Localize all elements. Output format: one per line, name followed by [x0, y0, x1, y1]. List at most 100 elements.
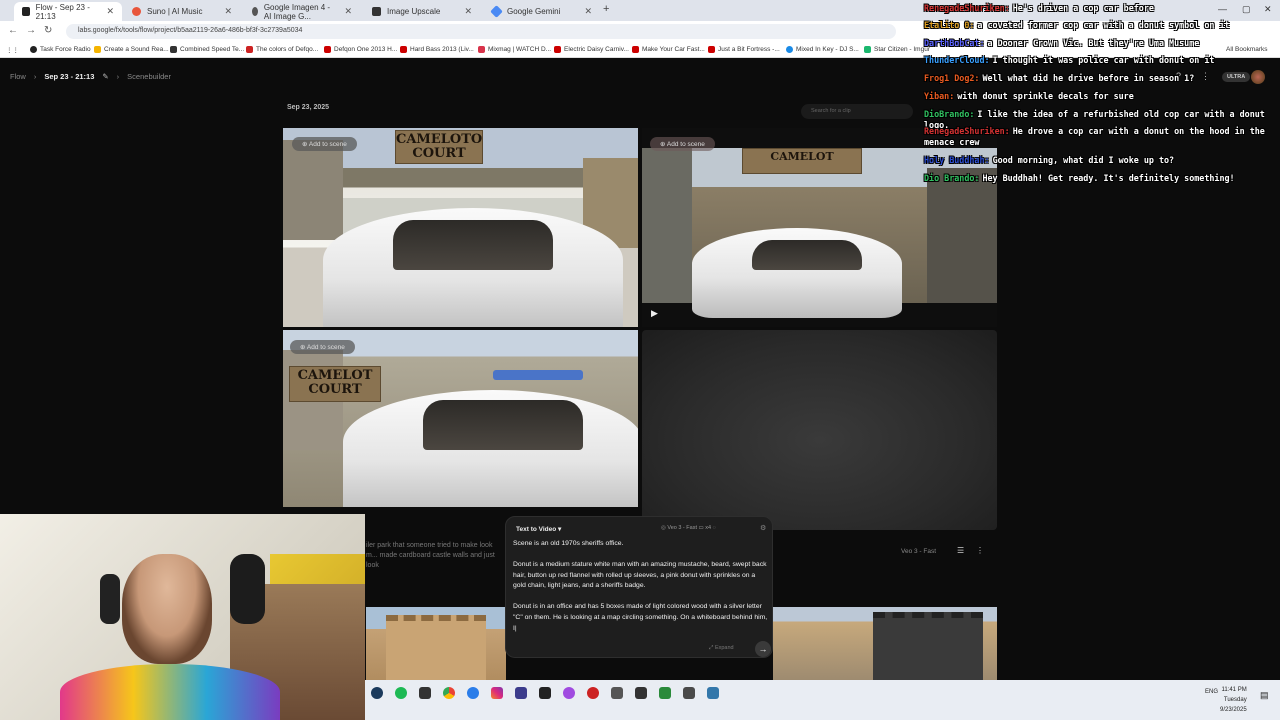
- chat-text: Hey Buddhah! Get ready. It's definitely …: [982, 173, 1235, 183]
- bookmark-item[interactable]: Task Force Radio: [30, 46, 91, 53]
- app-icon[interactable]: [587, 687, 599, 699]
- language-indicator[interactable]: ENG: [1205, 689, 1218, 695]
- chat-text: Good morning, what did I woke up to?: [992, 155, 1175, 165]
- tab-title: Flow - Sep 23 - 21:13: [35, 2, 90, 21]
- new-tab-icon[interactable]: +: [603, 3, 609, 15]
- chat-message: Holy Buddhah: Good morning, what did I wo…: [924, 155, 1276, 166]
- bookmark-item[interactable]: Electric Daisy Carniv...: [554, 46, 629, 53]
- app-icon[interactable]: [419, 687, 431, 699]
- app-icon[interactable]: [611, 687, 623, 699]
- steam-icon[interactable]: [371, 687, 383, 699]
- bookmark-item[interactable]: Defqon One 2013 H...: [324, 46, 397, 53]
- close-icon[interactable]: ✕: [344, 6, 352, 17]
- date-heading: Sep 23, 2025: [287, 104, 330, 111]
- send-button[interactable]: →: [755, 641, 771, 657]
- tab-suno[interactable]: Suno | AI Music ✕: [124, 2, 240, 21]
- close-icon[interactable]: ✕: [224, 6, 232, 17]
- spotify-icon[interactable]: [395, 687, 407, 699]
- model-selector[interactable]: ◎ Veo 3 - Fast ▭ x4 ◌: [661, 525, 716, 531]
- bookmark-icon: [324, 46, 331, 53]
- app-icon[interactable]: [659, 687, 671, 699]
- video-clip-5[interactable]: [366, 607, 506, 680]
- app-icon[interactable]: [515, 687, 527, 699]
- chrome-icon[interactable]: [443, 687, 455, 699]
- breadcrumb-flow[interactable]: Flow: [10, 72, 26, 81]
- edit-pencil-icon[interactable]: ✎: [102, 72, 108, 81]
- tab-imagen[interactable]: Google Imagen 4 - AI Image G... ✕: [244, 2, 360, 21]
- add-to-scene-button[interactable]: ⊕ Add to scene: [290, 340, 355, 354]
- close-icon[interactable]: ✕: [464, 6, 472, 17]
- add-scene-icon: ⊕: [660, 141, 667, 148]
- instagram-icon[interactable]: [491, 687, 503, 699]
- back-icon[interactable]: ←: [8, 25, 18, 36]
- bookmark-item[interactable]: Just a Bit Fortress -...: [708, 46, 780, 53]
- add-to-scene-button[interactable]: ⊕ Add to scene: [650, 137, 715, 151]
- bookmark-item[interactable]: Create a Sound Rea...: [94, 46, 169, 53]
- search-input[interactable]: Search for a clip: [801, 104, 913, 119]
- chat-username: ThunderCloud:: [924, 55, 990, 65]
- arrow-right-icon: →: [758, 644, 768, 654]
- breadcrumb-scenebuilder[interactable]: Scenebuilder: [127, 72, 171, 81]
- bookmark-item[interactable]: Mixed In Key - DJ S...: [786, 46, 859, 53]
- app-icon[interactable]: [683, 687, 695, 699]
- url-text: labs.google/fx/tools/flow/project/b5aa21…: [78, 27, 303, 34]
- chat-message: RenegadeShuriken: He drove a cop car with…: [924, 126, 1276, 148]
- headset: [100, 574, 120, 624]
- system-clock[interactable]: 11:41 PM Tuesday 9/23/2025: [1220, 685, 1247, 715]
- clip-description: iler park that someone tried to make loo…: [366, 542, 495, 569]
- tab-gemini[interactable]: Google Gemini ✕: [484, 2, 600, 21]
- clock-time: 11:41 PM: [1221, 687, 1247, 693]
- gemini-favicon-icon: [490, 5, 503, 18]
- tab-upscale[interactable]: Image Upscale ✕: [364, 2, 480, 21]
- prompt-paragraph: Scene is an old 1970s sheriffs office.: [513, 540, 624, 547]
- mode-dropdown[interactable]: Text to Video ▾: [516, 525, 561, 533]
- notification-icon[interactable]: ▤: [1260, 690, 1269, 701]
- bookmark-icon: [478, 46, 485, 53]
- close-icon[interactable]: ✕: [106, 6, 114, 17]
- play-icon[interactable]: ▶: [651, 308, 658, 319]
- tab-title: Suno | AI Music: [147, 7, 203, 16]
- app-icon[interactable]: [707, 687, 719, 699]
- reload-icon[interactable]: ↻: [44, 25, 52, 36]
- prompt-paragraph: Donut is a medium stature white man with…: [513, 560, 767, 590]
- suno-favicon-icon: [132, 7, 141, 16]
- tower-right: [927, 168, 997, 303]
- tab-flow[interactable]: Flow - Sep 23 - 21:13 ✕: [14, 2, 122, 21]
- bookmark-item[interactable]: Make Your Car Fast...: [632, 46, 705, 53]
- chat-text: He's driven a cop car before: [1012, 3, 1154, 13]
- more-vert-icon[interactable]: ⋮: [976, 546, 984, 555]
- light-bar: [493, 370, 583, 380]
- add-to-scene-label: Add to scene: [308, 141, 347, 148]
- bookmark-item[interactable]: Combined Speed Te...: [170, 46, 244, 53]
- breadcrumb-project[interactable]: Sep 23 - 21:13: [44, 72, 94, 81]
- chat-text: Well what did he drive before in season …: [982, 73, 1195, 83]
- add-to-scene-label: Add to scene: [306, 344, 345, 351]
- address-bar[interactable]: labs.google/fx/tools/flow/project/b5aa21…: [66, 24, 896, 39]
- add-to-timeline-icon[interactable]: ☰: [957, 546, 964, 555]
- bookmark-item[interactable]: The colors of Defqo...: [246, 46, 318, 53]
- close-icon[interactable]: ✕: [584, 6, 592, 17]
- bookmark-item[interactable]: Hard Bass 2013 (Liv...: [400, 46, 474, 53]
- app-icon[interactable]: [467, 687, 479, 699]
- expand-button[interactable]: ⤢ Expand: [709, 645, 734, 652]
- video-clip-6[interactable]: [773, 607, 997, 680]
- bookmark-item[interactable]: Mixmag | WATCH D...: [478, 46, 551, 53]
- tab-title: Google Gemini: [507, 7, 561, 16]
- video-clip-3[interactable]: CAMELOT COURT: [283, 330, 638, 507]
- app-icon[interactable]: [539, 687, 551, 699]
- app-icon[interactable]: [635, 687, 647, 699]
- settings-icon[interactable]: ⚙: [760, 524, 766, 532]
- app-icon[interactable]: [563, 687, 575, 699]
- prompt-textarea[interactable]: Scene is an old 1970s sheriffs office. D…: [513, 539, 769, 645]
- bookmark-item[interactable]: Star Citizen - Imgur: [864, 46, 930, 53]
- add-to-scene-button[interactable]: ⊕ Add to scene: [292, 137, 357, 151]
- flow-favicon-icon: [22, 7, 30, 16]
- chat-message: RenegadeShuriken: He's driven a cop car b…: [924, 3, 1276, 14]
- streamer-shirt: [60, 664, 280, 720]
- car-windshield: [393, 220, 553, 270]
- video-clip-1[interactable]: CAMELOTO COURT: [283, 128, 638, 327]
- bookmark-icon: [170, 46, 177, 53]
- apps-icon[interactable]: ⋮⋮: [6, 46, 19, 54]
- forward-icon[interactable]: →: [26, 25, 36, 36]
- castle-tower: [873, 612, 983, 680]
